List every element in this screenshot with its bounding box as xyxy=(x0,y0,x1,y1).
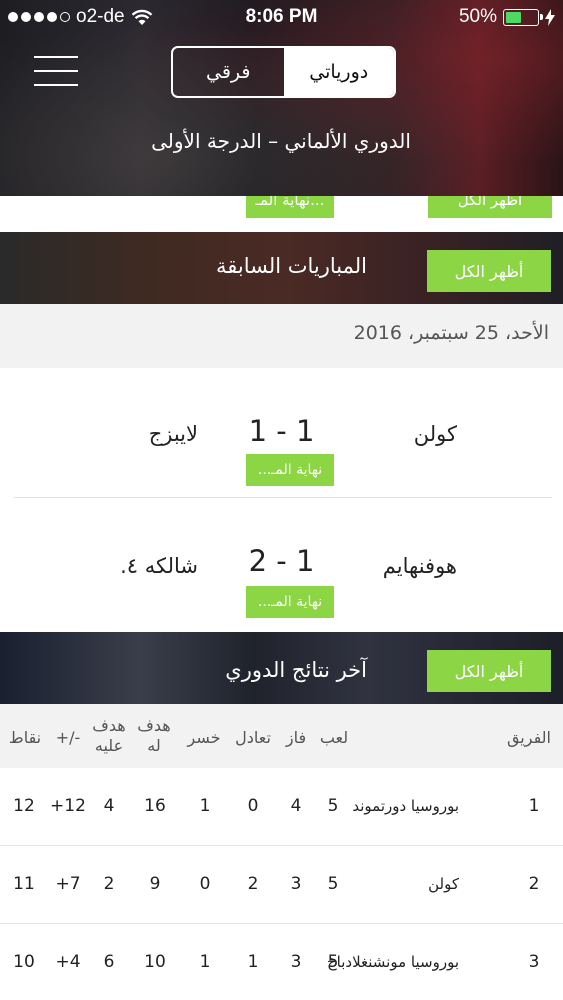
tab-my-teams[interactable]: فرقي xyxy=(173,48,284,96)
goals-for: 10 xyxy=(144,952,166,972)
lost: 1 xyxy=(199,796,211,816)
previous-matches-header: المباريات السابقة أظهر الكل xyxy=(0,232,563,304)
standings-table-header: الفريق لعب فاز تعادل خسر هدف له هدف عليه… xyxy=(0,704,563,768)
header-goals-against: هدف عليه xyxy=(92,716,126,755)
header-lost: خسر xyxy=(187,728,221,747)
match-date: الأحد، 25 سبتمبر، 2016 xyxy=(353,322,549,344)
charging-bolt-icon xyxy=(545,8,555,26)
played: 5 xyxy=(327,952,339,972)
show-all-button[interactable]: أظهر الكل xyxy=(427,650,551,692)
won: 3 xyxy=(290,952,302,972)
battery-icon xyxy=(503,8,543,26)
away-team: لايبزج xyxy=(148,422,198,446)
played: 5 xyxy=(327,796,339,816)
played: 5 xyxy=(327,874,339,894)
header-played: لعب xyxy=(319,728,349,747)
app-header: o2-de 8:06 PM 50% فرقي دورياتي الدوري ال… xyxy=(0,0,563,196)
cutoff-show-all-button[interactable]: أظهر الكل xyxy=(428,196,552,218)
points: 12 xyxy=(13,796,35,816)
cutoff-status-badge: نهاية المـ... xyxy=(246,196,334,218)
drawn: 0 xyxy=(247,796,259,816)
table-row[interactable]: 2 كولن 5 3 2 0 9 2 +7 11 xyxy=(0,846,563,924)
header-goals-for: هدف له xyxy=(137,716,171,755)
section-title: المباريات السابقة xyxy=(215,254,367,278)
goal-diff: +4 xyxy=(55,952,81,972)
hamburger-menu-icon[interactable] xyxy=(34,56,78,88)
rank: 1 xyxy=(528,796,540,816)
table-row[interactable]: 1 بوروسيا دورتموند 5 4 0 1 16 4 +12 12 xyxy=(0,768,563,846)
match-row[interactable]: كولن 1 - 1 لايبزج نهاية المـ... xyxy=(0,368,563,498)
rank: 2 xyxy=(528,874,540,894)
away-team: شالكه ٤. xyxy=(120,554,198,578)
league-title: الدوري الألماني – الدرجة الأولى xyxy=(151,129,411,153)
header-team: الفريق xyxy=(506,728,551,747)
header-goal-diff: +/- xyxy=(55,728,81,747)
status-right: 50% xyxy=(459,6,555,28)
goal-diff: +12 xyxy=(50,796,86,816)
points: 11 xyxy=(13,874,35,894)
match-score: 2 - 1 xyxy=(248,544,315,578)
table-row[interactable]: 3 بوروسيا مونشنغلادباخ 5 3 1 1 10 6 +4 1… xyxy=(0,924,563,1000)
match-date-row: الأحد، 25 سبتمبر، 2016 xyxy=(0,304,563,368)
points: 10 xyxy=(13,952,35,972)
header-points: نقاط xyxy=(8,728,42,747)
goals-for: 9 xyxy=(149,874,161,894)
goals-against: 2 xyxy=(103,874,115,894)
tab-my-leagues[interactable]: دورياتي xyxy=(283,48,394,96)
won: 4 xyxy=(290,796,302,816)
status-bar: o2-de 8:06 PM 50% xyxy=(0,0,563,34)
goal-diff: +7 xyxy=(55,874,81,894)
match-score: 1 - 1 xyxy=(248,414,315,448)
drawn: 2 xyxy=(247,874,259,894)
rank: 3 xyxy=(528,952,540,972)
lost: 0 xyxy=(199,874,211,894)
previous-section-cutoff: نهاية المـ... أظهر الكل xyxy=(0,196,563,232)
won: 3 xyxy=(290,874,302,894)
show-all-button[interactable]: أظهر الكل xyxy=(427,250,551,292)
goals-for: 16 xyxy=(144,796,166,816)
battery-level xyxy=(506,11,521,23)
goals-against: 6 xyxy=(103,952,115,972)
battery-percent: 50% xyxy=(458,6,497,27)
section-title: آخر نتائج الدوري xyxy=(225,658,367,682)
header-won: فاز xyxy=(285,728,307,747)
header-drawn: تعادل xyxy=(235,728,271,747)
match-status-badge: نهاية المـ... xyxy=(246,586,334,618)
standings-header: آخر نتائج الدوري أظهر الكل xyxy=(0,632,563,704)
match-row[interactable]: هوفنهايم 2 - 1 شالكه ٤. نهاية المـ... xyxy=(0,498,563,628)
goals-against: 4 xyxy=(103,796,115,816)
match-status-badge: نهاية المـ... xyxy=(246,454,334,486)
segmented-control: فرقي دورياتي xyxy=(171,46,396,98)
drawn: 1 xyxy=(247,952,259,972)
lost: 1 xyxy=(199,952,211,972)
